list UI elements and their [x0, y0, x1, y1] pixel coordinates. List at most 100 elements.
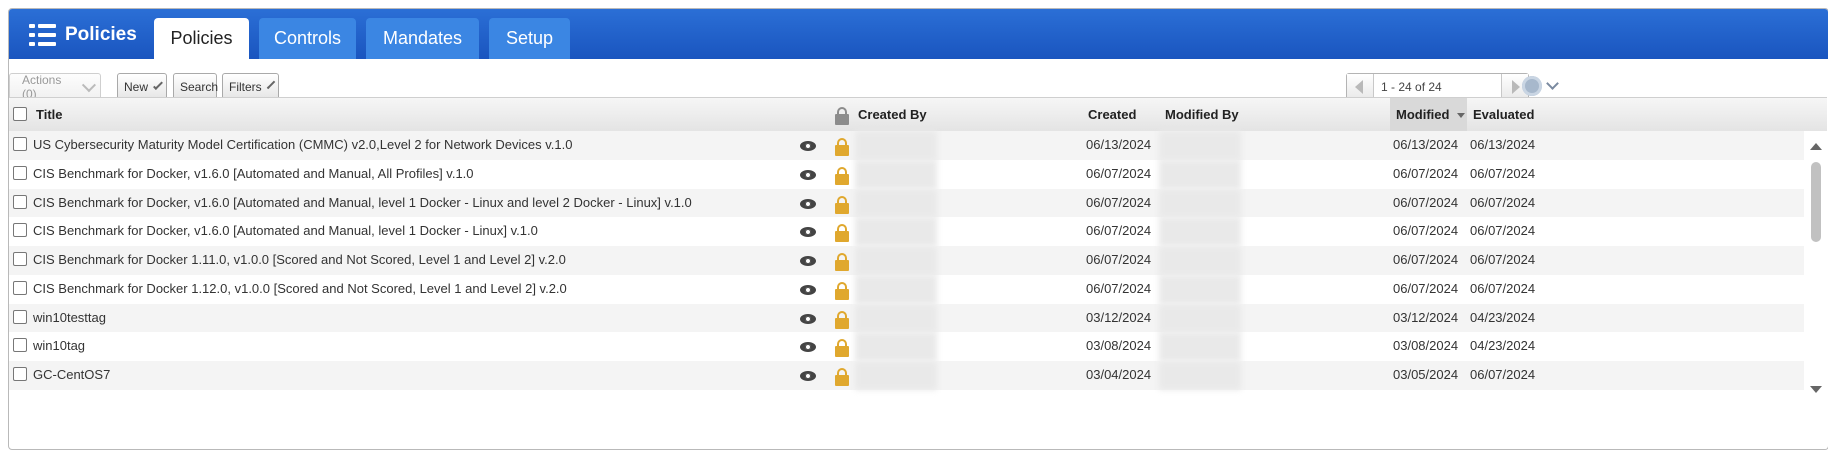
scrollbar-thumb[interactable] [1811, 162, 1821, 242]
row-checkbox[interactable] [13, 194, 27, 209]
row-checkbox[interactable] [13, 367, 27, 381]
tab-setup[interactable]: Setup [489, 18, 570, 59]
row-checkbox[interactable] [13, 165, 27, 180]
eye-icon[interactable] [800, 169, 816, 180]
modified-by-redacted [1159, 188, 1241, 218]
table-row[interactable]: CIS Benchmark for Docker 1.12.0, v1.0.0 … [9, 274, 1804, 304]
chevron-down-icon [153, 80, 163, 90]
column-title[interactable]: Title [36, 98, 63, 131]
modified-by-redacted [1159, 246, 1241, 275]
toolbar: Actions (0) New Search Filters 1 - 24 of… [9, 59, 1828, 101]
table-row[interactable]: win10testtag 03/12/2024 03/12/2024 04/23… [9, 303, 1804, 333]
created-by-redacted [855, 361, 937, 390]
created-date: 06/13/2024 [1086, 137, 1152, 152]
created-date: 03/08/2024 [1086, 338, 1152, 354]
eye-icon[interactable] [800, 227, 816, 238]
eye-icon[interactable] [800, 141, 816, 151]
row-checkbox[interactable] [13, 252, 27, 266]
modified-date: 06/07/2024 [1393, 194, 1459, 210]
evaluated-date: 04/23/2024 [1470, 338, 1536, 354]
chevron-down-icon[interactable] [1546, 77, 1559, 90]
lock-icon [835, 281, 849, 300]
table-row[interactable]: US Cybersecurity Maturity Model Certific… [9, 131, 1804, 160]
grid-header: Title Created By Created Modified By Mod… [9, 97, 1827, 132]
tab-policies[interactable]: Policies [154, 18, 249, 59]
lock-icon [835, 368, 849, 386]
policy-title[interactable]: CIS Benchmark for Docker 1.11.0, v1.0.0 … [33, 246, 566, 275]
app-header: Policies Policies Controls Mandates Setu… [9, 9, 1828, 59]
table-row[interactable]: CIS Benchmark for Docker, v1.6.0 [Automa… [9, 159, 1804, 189]
policy-title[interactable]: win10tag [33, 332, 85, 361]
eye-icon[interactable] [800, 284, 816, 295]
created-by-redacted [855, 274, 937, 304]
policy-title[interactable]: US Cybersecurity Maturity Model Certific… [33, 131, 572, 160]
eye-icon[interactable] [800, 198, 816, 209]
evaluated-date: 06/07/2024 [1470, 280, 1536, 296]
table-row[interactable]: win10tag 03/08/2024 03/08/2024 04/23/202… [9, 332, 1804, 361]
table-row[interactable]: GC-CentOS7 03/04/2024 03/05/2024 06/07/2… [9, 361, 1804, 390]
row-checkbox[interactable] [13, 280, 27, 295]
policy-title[interactable]: GC-CentOS7 [33, 361, 110, 390]
modified-date: 03/12/2024 [1393, 309, 1459, 325]
column-created-by[interactable]: Created By [858, 98, 927, 131]
eye-icon[interactable] [800, 342, 816, 353]
row-checkbox[interactable] [13, 338, 27, 353]
policy-title[interactable]: win10testtag [33, 304, 106, 333]
eye-icon[interactable] [800, 371, 816, 381]
table-row[interactable]: CIS Benchmark for Docker 1.11.0, v1.0.0 … [9, 246, 1804, 275]
created-by-redacted [855, 332, 937, 361]
evaluated-date: 06/07/2024 [1470, 194, 1536, 210]
column-modified-by[interactable]: Modified By [1165, 98, 1239, 131]
policy-title[interactable]: CIS Benchmark for Docker, v1.6.0 [Automa… [33, 217, 538, 246]
column-evaluated[interactable]: Evaluated [1473, 98, 1534, 131]
lock-icon [835, 166, 849, 185]
evaluated-date: 06/07/2024 [1470, 165, 1536, 181]
modified-date: 06/07/2024 [1393, 165, 1459, 181]
eye-icon[interactable] [800, 256, 816, 266]
policy-title[interactable]: CIS Benchmark for Docker 1.12.0, v1.0.0 … [33, 275, 567, 304]
modified-date: 06/07/2024 [1393, 223, 1459, 239]
arrow-right-icon [1512, 80, 1520, 94]
select-all-checkbox[interactable] [13, 107, 27, 121]
chevron-down-icon [266, 80, 276, 90]
scroll-down-icon[interactable] [1810, 386, 1822, 393]
policy-table: US Cybersecurity Maturity Model Certific… [9, 131, 1804, 390]
scroll-up-icon[interactable] [1810, 143, 1822, 150]
row-checkbox[interactable] [13, 309, 27, 324]
policy-title[interactable]: CIS Benchmark for Docker, v1.6.0 [Automa… [33, 189, 692, 218]
evaluated-date: 06/07/2024 [1470, 367, 1536, 382]
evaluated-date: 06/13/2024 [1470, 137, 1536, 152]
modified-by-redacted [1159, 303, 1241, 333]
policies-window: Policies Policies Controls Mandates Setu… [8, 8, 1828, 450]
row-checkbox[interactable] [13, 137, 27, 151]
modified-by-redacted [1159, 159, 1241, 189]
created-by-redacted [855, 159, 937, 189]
modified-date: 03/08/2024 [1393, 338, 1459, 354]
gear-icon[interactable] [1522, 76, 1542, 96]
policy-title[interactable]: CIS Benchmark for Docker, v1.6.0 [Automa… [33, 160, 474, 189]
eye-icon[interactable] [800, 313, 816, 324]
created-by-redacted [855, 188, 937, 218]
row-checkbox[interactable] [13, 223, 27, 238]
created-date: 06/07/2024 [1086, 223, 1152, 239]
tab-controls[interactable]: Controls [259, 18, 356, 59]
table-row[interactable]: CIS Benchmark for Docker, v1.6.0 [Automa… [9, 188, 1804, 218]
column-modified[interactable]: Modified [1390, 98, 1467, 131]
app-title: Policies [29, 22, 137, 48]
lock-icon [835, 339, 849, 358]
created-by-redacted [855, 217, 937, 246]
chevron-down-icon [82, 78, 97, 92]
new-button-label: New [124, 80, 149, 94]
sort-descending-icon [1457, 113, 1466, 119]
evaluated-date: 06/07/2024 [1470, 223, 1536, 239]
modified-by-redacted [1159, 217, 1241, 246]
vertical-scrollbar[interactable] [1804, 131, 1827, 449]
column-created[interactable]: Created [1088, 98, 1136, 131]
created-by-redacted [855, 131, 937, 160]
table-row[interactable]: CIS Benchmark for Docker, v1.6.0 [Automa… [9, 217, 1804, 246]
created-date: 03/12/2024 [1086, 309, 1152, 325]
tab-mandates[interactable]: Mandates [366, 18, 479, 59]
evaluated-date: 04/23/2024 [1470, 309, 1536, 325]
modified-date: 06/07/2024 [1393, 280, 1459, 296]
modified-date: 06/13/2024 [1393, 137, 1459, 152]
